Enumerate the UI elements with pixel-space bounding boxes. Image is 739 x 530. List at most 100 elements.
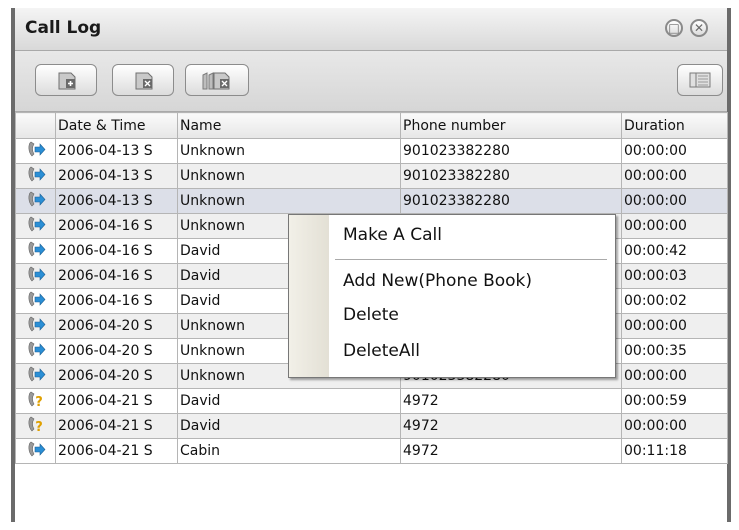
column-header-date-time[interactable]: Date & Time [55, 112, 178, 139]
date-time-cell: 2006-04-21 S [55, 438, 178, 464]
call-type-cell [15, 188, 56, 214]
duration-cell: 00:00:00 [621, 138, 728, 164]
name-cell: Unknown [177, 138, 401, 164]
delete-all-icon [202, 72, 230, 90]
call-type-cell [15, 338, 56, 364]
duration-cell: 00:00:00 [621, 363, 728, 389]
name-cell: Unknown [177, 188, 401, 214]
call-type-cell [15, 438, 56, 464]
duration-cell: 00:00:00 [621, 163, 728, 189]
view-options-button[interactable] [677, 64, 723, 96]
duration-cell: 00:00:00 [621, 188, 728, 214]
add-record-icon [58, 72, 76, 90]
column-header-name[interactable]: Name [177, 112, 401, 139]
date-time-cell: 2006-04-16 S [55, 238, 178, 264]
outgoing-call-icon [28, 191, 45, 207]
date-time-cell: 2006-04-16 S [55, 288, 178, 314]
call-type-cell [15, 213, 56, 239]
restore-icon: □ [668, 21, 680, 35]
date-time-cell: 2006-04-13 S [55, 188, 178, 214]
phone-number-cell: 901023382280 [400, 163, 622, 189]
duration-cell: 00:00:42 [621, 238, 728, 264]
duration-cell: 00:00:02 [621, 288, 728, 314]
svg-text:?: ? [35, 395, 43, 409]
date-time-cell: 2006-04-21 S [55, 413, 178, 439]
name-cell: Cabin [177, 438, 401, 464]
table-row[interactable]: 2006-04-21 S Cabin 4972 00:11:18 [15, 438, 728, 464]
delete-record-icon [135, 72, 153, 90]
date-time-cell: 2006-04-20 S [55, 313, 178, 339]
call-type-cell [15, 238, 56, 264]
column-header-duration[interactable]: Duration [621, 112, 728, 139]
date-time-cell: 2006-04-16 S [55, 213, 178, 239]
close-button[interactable]: ✕ [690, 19, 708, 37]
date-time-cell: 2006-04-20 S [55, 338, 178, 364]
call-type-cell [15, 138, 56, 164]
menu-item-delete[interactable]: Delete [343, 305, 399, 325]
outgoing-call-icon [28, 166, 45, 182]
menu-separator [335, 259, 607, 260]
date-time-cell: 2006-04-20 S [55, 363, 178, 389]
delete-all-button[interactable] [185, 64, 249, 96]
duration-cell: 00:00:00 [621, 413, 728, 439]
menu-item-add-new-phone-book[interactable]: Add New(Phone Book) [343, 271, 532, 291]
delete-record-button[interactable] [112, 64, 174, 96]
duration-cell: 00:00:59 [621, 388, 728, 414]
duration-cell: 00:00:35 [621, 338, 728, 364]
name-cell: David [177, 388, 401, 414]
missed-call-icon: ? [28, 391, 43, 410]
outgoing-call-icon [28, 141, 45, 157]
table-row[interactable]: ? 2006-04-21 S David 4972 00:00:59 [15, 388, 728, 414]
add-record-button[interactable] [35, 64, 97, 96]
column-header-icon[interactable] [15, 112, 56, 139]
call-type-cell [15, 363, 56, 389]
call-type-cell: ? [15, 413, 56, 439]
duration-cell: 00:00:00 [621, 313, 728, 339]
outgoing-call-icon [28, 341, 45, 357]
menu-item-delete-all[interactable]: DeleteAll [343, 341, 420, 361]
toolbar [15, 51, 727, 112]
table-header-row: Date & Time Name Phone number Duration [15, 112, 728, 139]
column-header-phone-number[interactable]: Phone number [400, 112, 622, 139]
table-row[interactable]: 2006-04-13 S Unknown 901023382280 00:00:00 [15, 163, 728, 189]
date-time-cell: 2006-04-16 S [55, 263, 178, 289]
context-menu: Make A Call Add New(Phone Book) Delete D… [288, 214, 616, 378]
table-row[interactable]: 2006-04-13 S Unknown 901023382280 00:00:00 [15, 188, 728, 214]
duration-cell: 00:00:00 [621, 213, 728, 239]
table-row[interactable]: ? 2006-04-21 S David 4972 00:00:00 [15, 413, 728, 439]
outgoing-call-icon [28, 241, 45, 257]
outgoing-call-icon [28, 291, 45, 307]
restore-button[interactable]: □ [665, 19, 683, 37]
phone-number-cell: 901023382280 [400, 188, 622, 214]
phone-number-cell: 4972 [400, 413, 622, 439]
title-bar[interactable]: Call Log □ ✕ [15, 8, 727, 51]
duration-cell: 00:11:18 [621, 438, 728, 464]
date-time-cell: 2006-04-13 S [55, 138, 178, 164]
phone-number-cell: 4972 [400, 438, 622, 464]
context-menu-gutter [289, 215, 329, 377]
close-icon: ✕ [693, 21, 705, 35]
call-type-cell [15, 288, 56, 314]
menu-item-make-a-call[interactable]: Make A Call [343, 225, 442, 245]
date-time-cell: 2006-04-21 S [55, 388, 178, 414]
svg-text:?: ? [35, 420, 43, 434]
phone-number-cell: 4972 [400, 388, 622, 414]
table-row[interactable]: 2006-04-13 S Unknown 901023382280 00:00:00 [15, 138, 728, 164]
outgoing-call-icon [28, 366, 45, 382]
name-cell: David [177, 413, 401, 439]
date-time-cell: 2006-04-13 S [55, 163, 178, 189]
call-type-cell [15, 263, 56, 289]
phone-number-cell: 901023382280 [400, 138, 622, 164]
outgoing-call-icon [28, 266, 45, 282]
list-view-icon [689, 72, 711, 88]
call-type-cell [15, 163, 56, 189]
call-type-cell: ? [15, 388, 56, 414]
outgoing-call-icon [28, 216, 45, 232]
missed-call-icon: ? [28, 416, 43, 435]
outgoing-call-icon [28, 316, 45, 332]
name-cell: Unknown [177, 163, 401, 189]
window-title: Call Log [25, 18, 102, 38]
call-type-cell [15, 313, 56, 339]
duration-cell: 00:00:03 [621, 263, 728, 289]
outgoing-call-icon [28, 441, 45, 457]
